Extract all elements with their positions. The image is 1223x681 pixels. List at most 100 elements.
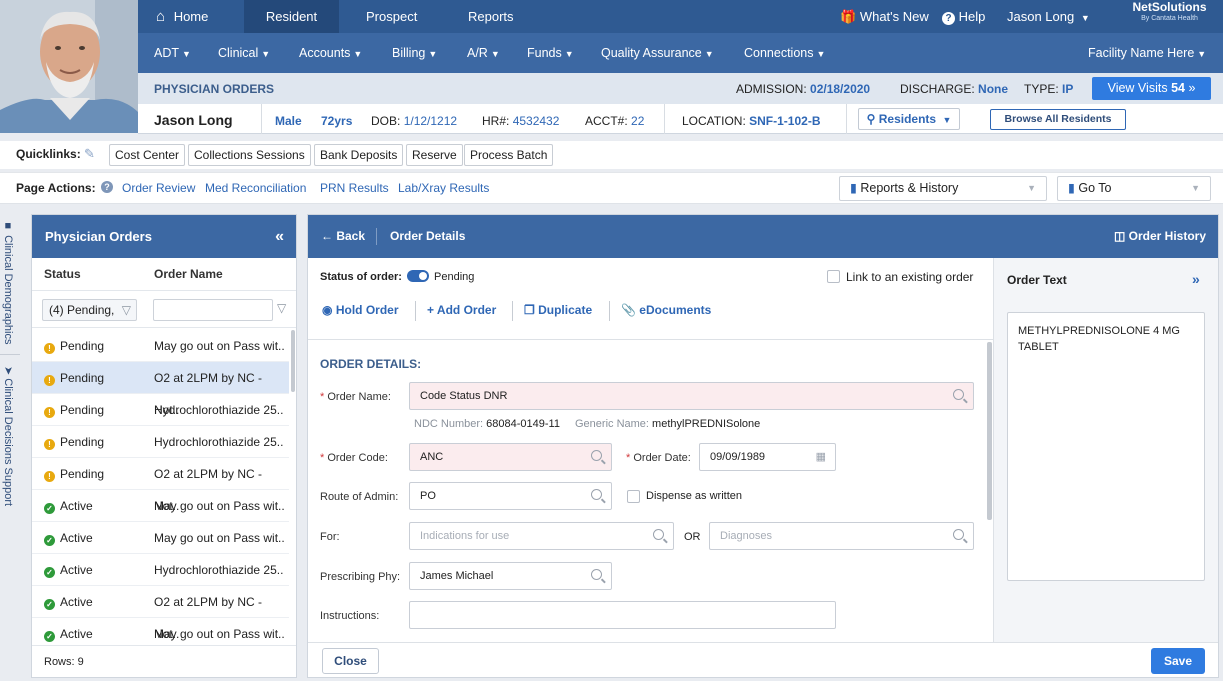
link-prn-results[interactable]: PRN Results — [320, 181, 389, 195]
search-icon — [953, 389, 964, 400]
link-lab-xray-results[interactable]: Lab/Xray Results — [398, 181, 489, 195]
menu-accounts[interactable]: Accounts ▼ — [299, 33, 362, 73]
order-code-input[interactable]: ANC — [409, 443, 612, 471]
chevron-down-icon: ▼ — [704, 49, 714, 59]
dispense-checkbox[interactable] — [627, 490, 640, 503]
instructions-input[interactable] — [409, 601, 836, 629]
document-icon: ▮ — [850, 181, 857, 195]
tab-clinical-decisions-support[interactable]: ➤ Clinical Decisions Support — [2, 366, 15, 506]
order-text-title: Order Text — [1007, 273, 1067, 287]
form-scrollbar[interactable] — [987, 342, 992, 520]
chevron-down-icon: ▼ — [353, 49, 363, 59]
collapse-icon[interactable]: « — [275, 215, 284, 258]
order-text-area[interactable]: METHYLPREDNISOLONE 4 MG TABLET — [1007, 312, 1205, 581]
hold-order-button[interactable]: ◉ Hold Order — [322, 303, 399, 317]
menu-ar[interactable]: A/R ▼ — [467, 33, 500, 73]
back-button[interactable]: ← Back — [321, 215, 365, 258]
browse-residents-button[interactable]: Browse All Residents — [990, 109, 1126, 130]
table-row[interactable]: ✓ Active May go out on Pass wit.. — [32, 618, 289, 645]
edit-icon[interactable]: ✎ — [84, 146, 95, 162]
gift-icon: 🎁 — [840, 9, 857, 24]
view-visits-label: View Visits — [1107, 81, 1168, 95]
menu-funds[interactable]: Funds ▼ — [527, 33, 574, 73]
facility-select[interactable]: Facility Name Here ▼ — [1088, 33, 1206, 73]
table-row[interactable]: ✓ Active May go out on Pass wit.. — [32, 490, 289, 522]
view-visits-button[interactable]: View Visits 54 » — [1092, 77, 1211, 100]
menu-funds-label: Funds — [527, 46, 562, 60]
table-row[interactable]: ! Pending May go out on Pass wit.. — [32, 330, 289, 362]
table-row[interactable]: ! Pending Hydrochlorothiazide 25.. — [32, 426, 289, 458]
page-actions-label: Page Actions: — [16, 181, 96, 195]
chevron-down-icon: ▼ — [490, 49, 500, 59]
nav-prospect[interactable]: Prospect — [366, 0, 417, 33]
quicklinks-bar: Quicklinks: ✎ Cost Center Collections Se… — [0, 141, 1223, 169]
quicklink-bank-deposits[interactable]: Bank Deposits — [314, 144, 404, 166]
filter-row: (4) Pending, ▽ ▽ — [32, 290, 296, 328]
menu-quality-assurance[interactable]: Quality Assurance ▼ — [601, 33, 714, 73]
save-button[interactable]: Save — [1151, 648, 1205, 674]
filter-icon: ▽ — [121, 303, 131, 317]
help-icon[interactable]: ? — [101, 181, 113, 193]
indications-placeholder: Indications for use — [420, 530, 510, 542]
route-input[interactable]: PO — [409, 482, 612, 510]
calendar-icon: ▦ — [815, 451, 826, 463]
menu-clinical[interactable]: Clinical ▼ — [218, 33, 270, 73]
expand-icon[interactable]: » — [1192, 271, 1200, 287]
table-row[interactable]: ✓ Active May go out on Pass wit.. — [32, 522, 289, 554]
column-status[interactable]: Status — [44, 258, 81, 290]
nav-home[interactable]: ⌂ Home — [156, 0, 244, 33]
whats-new-button[interactable]: 🎁 What's New — [840, 0, 929, 33]
row-status: ✓ Active — [44, 586, 93, 618]
link-existing-checkbox[interactable] — [827, 270, 840, 283]
table-row[interactable]: ! Pending Hydrochlorothiazide 25.. — [32, 394, 289, 426]
add-order-button[interactable]: + Add Order — [427, 303, 496, 317]
table-row[interactable]: ✓ Active Hydrochlorothiazide 25.. — [32, 554, 289, 586]
sub-navigation: ADT ▼ Clinical ▼ Accounts ▼ Billing ▼ A/R ▼ F… — [138, 33, 1223, 73]
indications-input[interactable]: Indications for use — [409, 522, 674, 550]
menu-adt[interactable]: ADT ▼ — [154, 33, 191, 73]
order-name-filter[interactable] — [153, 299, 273, 321]
diagnoses-input[interactable]: Diagnoses — [709, 522, 974, 550]
table-row[interactable]: ! Pending O2 at 2LPM by NC - Not.. — [32, 458, 289, 513]
goto-select[interactable]: ▮ Go To ▼ — [1057, 176, 1211, 201]
table-row[interactable]: ✓ Active O2 at 2LPM by NC - Not.. — [32, 586, 289, 641]
side-tabs: ■ Clinical Demographics ➤ Clinical Decis… — [0, 214, 20, 681]
column-order-name[interactable]: Order Name — [154, 258, 223, 290]
link-order-review[interactable]: Order Review — [122, 181, 195, 195]
quicklink-collections-sessions[interactable]: Collections Sessions — [188, 144, 311, 166]
menu-billing[interactable]: Billing ▼ — [392, 33, 437, 73]
order-history-button[interactable]: ◫ Order History — [1114, 215, 1206, 258]
quicklink-reserve[interactable]: Reserve — [406, 144, 463, 166]
edocuments-button[interactable]: 📎 eDocuments — [621, 303, 711, 317]
quicklink-process-batch[interactable]: Process Batch — [464, 144, 554, 166]
duplicate-button[interactable]: ❐ Duplicate — [524, 303, 592, 317]
help-button[interactable]: ? Help — [942, 0, 985, 33]
menu-connections[interactable]: Connections ▼ — [744, 33, 825, 73]
list-scrollbar[interactable] — [291, 330, 295, 392]
prescribing-input[interactable]: James Michael — [409, 562, 612, 590]
status-filter[interactable]: (4) Pending, ▽ — [42, 299, 137, 321]
close-button[interactable]: Close — [322, 648, 379, 674]
row-status-text: Pending — [60, 371, 105, 385]
user-menu[interactable]: Jason Long ▼ — [1007, 0, 1090, 33]
link-existing-label: Link to an existing order — [846, 270, 974, 284]
residents-dropdown[interactable]: ⚲ Residents ▼ — [858, 108, 960, 130]
order-name-input[interactable]: Code Status DNR — [409, 382, 974, 410]
link-med-reconciliation[interactable]: Med Reconciliation — [205, 181, 306, 195]
divider — [512, 301, 513, 321]
tab-clinical-demographics-label: Clinical Demographics — [2, 235, 14, 345]
order-date-input[interactable]: 09/09/1989 ▦ — [699, 443, 836, 471]
table-row[interactable]: ! Pending O2 at 2LPM by NC - Not.. — [32, 362, 289, 417]
tab-clinical-demographics[interactable]: ■ Clinical Demographics — [2, 220, 14, 345]
reports-history-select[interactable]: ▮ Reports & History ▼ — [839, 176, 1047, 201]
status-toggle[interactable] — [407, 270, 429, 282]
nav-resident[interactable]: Resident — [244, 0, 339, 33]
order-code-label-text: Order Code: — [327, 452, 388, 464]
physician-orders-header: Physician Orders « — [32, 215, 296, 258]
pending-icon: ! — [44, 343, 55, 354]
discharge-label: DISCHARGE: — [900, 82, 975, 96]
filter-icon[interactable]: ▽ — [277, 301, 286, 315]
status-label: Status of order: — [320, 271, 402, 283]
nav-reports[interactable]: Reports — [468, 0, 514, 33]
quicklink-cost-center[interactable]: Cost Center — [109, 144, 186, 166]
